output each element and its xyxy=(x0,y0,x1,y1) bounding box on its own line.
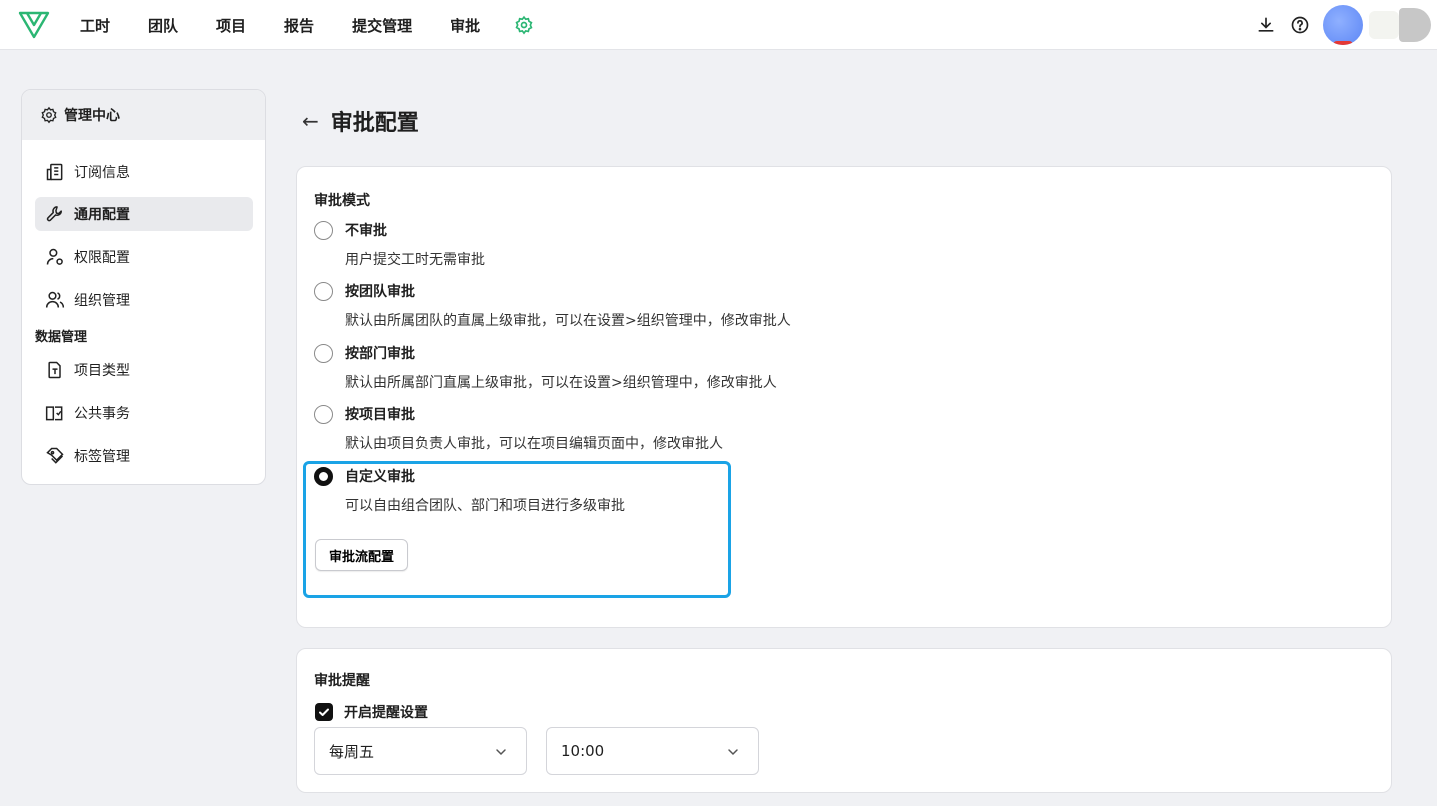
option-label: 按团队审批 xyxy=(345,284,415,300)
option-label: 自定义审批 xyxy=(345,469,415,485)
settings-gear-icon[interactable] xyxy=(514,15,534,35)
nav-item-submission[interactable]: 提交管理 xyxy=(352,15,412,36)
radio-button[interactable] xyxy=(314,220,333,240)
chevron-down-icon xyxy=(728,749,738,756)
user-gear-icon xyxy=(46,248,63,265)
radio-button[interactable] xyxy=(314,281,333,301)
sidebar-item-project-types[interactable]: 项目类型 xyxy=(35,353,253,387)
sidebar-item-label: 公共事务 xyxy=(74,406,130,422)
approval-reminder-card: 审批提醒 开启提醒设置 每周五 10:00 xyxy=(296,648,1392,793)
sidebar-item-label: 项目类型 xyxy=(74,363,130,379)
nav-item-timesheet[interactable]: 工时 xyxy=(80,15,110,36)
option-custom-approval: 自定义审批 可以自由组合团队、部门和项目进行多级审批 xyxy=(314,465,625,515)
approval-mode-card: 审批模式 不审批 用户提交工时无需审批 按团队审批 默认由所属团队的直属上级审批… xyxy=(296,166,1392,628)
sidebar-item-label: 订阅信息 xyxy=(74,165,130,181)
nav-item-project[interactable]: 项目 xyxy=(216,15,246,36)
option-description: 默认由所属部门直属上级审批，可以在设置>组织管理中，修改审批人 xyxy=(345,375,777,391)
radio-button[interactable] xyxy=(314,343,333,363)
wrench-icon xyxy=(46,206,62,222)
sidebar-item-label: 组织管理 xyxy=(74,293,130,309)
back-arrow-icon[interactable]: ← xyxy=(302,109,319,133)
check-icon xyxy=(319,708,329,716)
option-description: 可以自由组合团队、部门和项目进行多级审批 xyxy=(345,498,625,514)
enable-reminder-checkbox-row[interactable]: 开启提醒设置 xyxy=(315,702,428,722)
sidebar-item-label: 通用配置 xyxy=(74,207,130,223)
option-project-approval: 按项目审批 默认由项目负责人审批，可以在项目编辑页面中，修改审批人 xyxy=(314,403,723,453)
sidebar-item-label: 权限配置 xyxy=(74,250,130,266)
top-navigation-bar: 工时 团队 项目 报告 提交管理 审批 xyxy=(0,0,1437,50)
app-logo-icon[interactable] xyxy=(18,10,50,40)
reminder-day-select[interactable]: 每周五 xyxy=(314,727,527,775)
sidebar-item-permissions[interactable]: 权限配置 xyxy=(35,240,253,274)
radio-row-project-approval[interactable]: 按项目审批 xyxy=(314,403,723,425)
admin-sidebar: 管理中心 订阅信息 通用配置 权限配置 组织管理 数据管理 项目类型 公共事务 … xyxy=(21,89,266,485)
nav-item-report[interactable]: 报告 xyxy=(284,15,314,36)
nav-item-approval[interactable]: 审批 xyxy=(450,15,480,36)
sidebar-item-label: 标签管理 xyxy=(74,449,130,465)
help-icon[interactable] xyxy=(1289,14,1311,36)
option-description: 默认由所属团队的直属上级审批，可以在设置>组织管理中，修改审批人 xyxy=(345,313,791,329)
user-avatar[interactable] xyxy=(1323,5,1363,45)
option-description: 默认由项目负责人审批，可以在项目编辑页面中，修改审批人 xyxy=(345,436,723,452)
sidebar-section-title: 数据管理 xyxy=(35,330,88,345)
download-icon[interactable] xyxy=(1255,14,1277,36)
top-right-tools xyxy=(1255,0,1437,50)
option-team-approval: 按团队审批 默认由所属团队的直属上级审批，可以在设置>组织管理中，修改审批人 xyxy=(314,280,791,330)
option-label: 按项目审批 xyxy=(345,407,415,423)
checkbox-checked[interactable] xyxy=(315,703,333,721)
approval-flow-config-button[interactable]: 审批流配置 xyxy=(315,539,409,571)
option-no-approval: 不审批 用户提交工时无需审批 xyxy=(314,219,485,269)
page-title: 审批配置 xyxy=(330,111,419,136)
reminder-time-select[interactable]: 10:00 xyxy=(546,727,759,775)
radio-row-team-approval[interactable]: 按团队审批 xyxy=(314,280,791,302)
sidebar-header-label: 管理中心 xyxy=(64,108,120,124)
main-nav: 工时 团队 项目 报告 提交管理 审批 xyxy=(80,0,534,50)
file-icon xyxy=(48,361,61,379)
option-description: 用户提交工时无需审批 xyxy=(345,252,485,268)
sidebar-item-tags[interactable]: 标签管理 xyxy=(35,439,253,473)
radio-row-no-approval[interactable]: 不审批 xyxy=(314,219,485,241)
sidebar-item-organization[interactable]: 组织管理 xyxy=(35,283,253,317)
book-icon xyxy=(45,406,63,421)
radio-row-department-approval[interactable]: 按部门审批 xyxy=(314,342,777,364)
radio-button[interactable] xyxy=(314,404,333,424)
radio-row-custom-approval[interactable]: 自定义审批 xyxy=(314,465,625,487)
sidebar-item-public-affairs[interactable]: 公共事务 xyxy=(35,396,253,430)
building-icon xyxy=(46,163,63,181)
select-value: 10:00 xyxy=(561,742,605,760)
select-value: 每周五 xyxy=(329,742,375,761)
checkbox-label: 开启提醒设置 xyxy=(344,705,428,721)
users-icon xyxy=(45,291,65,308)
radio-button-selected[interactable] xyxy=(314,466,333,486)
approval-mode-title: 审批模式 xyxy=(314,193,370,209)
gear-icon xyxy=(41,106,57,124)
sidebar-header: 管理中心 xyxy=(22,90,265,140)
option-department-approval: 按部门审批 默认由所属部门直属上级审批，可以在设置>组织管理中，修改审批人 xyxy=(314,342,777,392)
sidebar-item-subscription[interactable]: 订阅信息 xyxy=(35,155,253,189)
chevron-down-icon xyxy=(496,749,506,756)
nav-item-team[interactable]: 团队 xyxy=(148,15,178,36)
option-label: 不审批 xyxy=(345,223,387,239)
tag-icon xyxy=(46,447,64,464)
user-profile-menu[interactable] xyxy=(1369,8,1431,42)
sidebar-item-general-config[interactable]: 通用配置 xyxy=(35,197,253,231)
option-label: 按部门审批 xyxy=(345,346,415,362)
page-header: ← 审批配置 xyxy=(302,104,419,138)
reminder-title: 审批提醒 xyxy=(314,673,370,689)
